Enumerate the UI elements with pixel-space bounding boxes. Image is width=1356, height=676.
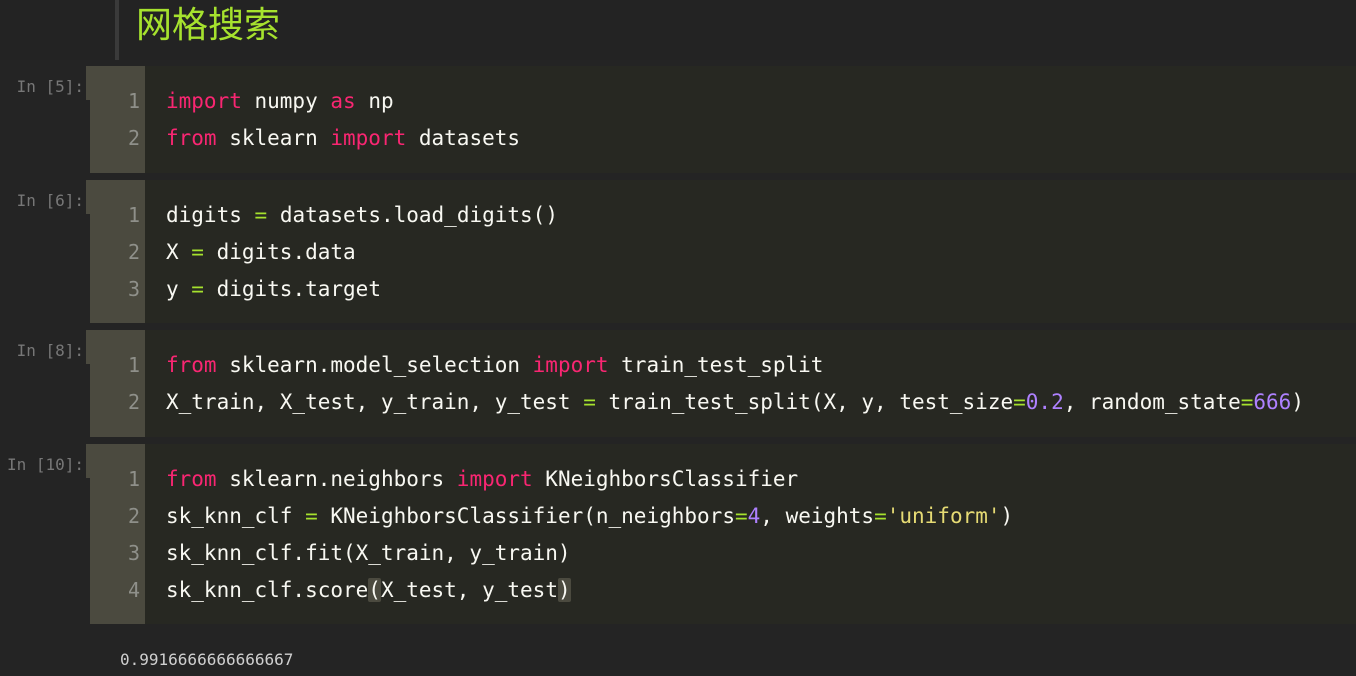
line-number: 4 xyxy=(127,578,140,602)
code-token: train_test_split(X, y, test_size xyxy=(595,390,1014,414)
code-token: from xyxy=(166,126,217,150)
code-token: = xyxy=(305,504,318,528)
code-line[interactable]: X = digits.data xyxy=(166,234,356,271)
code-token: KNeighborsClassifier xyxy=(532,467,799,491)
matching-bracket: ( xyxy=(368,578,381,602)
line-number: 2 xyxy=(127,240,140,264)
code-line[interactable]: digits = datasets.load_digits() xyxy=(166,197,558,234)
code-token: np xyxy=(355,89,394,113)
code-token: ) xyxy=(1291,390,1304,414)
line-number: 2 xyxy=(127,504,140,528)
code-token: numpy xyxy=(241,89,331,113)
line-number: 1 xyxy=(127,467,140,491)
code-token: sk_knn_clf.fit(X_train, y_train) xyxy=(166,541,571,565)
code-token: 4 xyxy=(747,504,761,528)
code-token: 'uniform' xyxy=(886,504,1001,528)
code-line[interactable]: sk_knn_clf.fit(X_train, y_train) xyxy=(166,535,571,572)
code-token: sklearn.model_selection xyxy=(216,353,533,377)
code-token: digits xyxy=(166,203,255,227)
code-line[interactable]: y = digits.target xyxy=(166,271,381,308)
code-cell[interactable]: In [10]: 1 from sklearn.neighbors import K… xyxy=(0,444,1356,624)
code-line[interactable]: sk_knn_clf = KNeighborsClassifier(n_neig… xyxy=(166,498,1013,535)
code-token: X_train, X_test, y_train, y_test xyxy=(166,390,584,414)
input-prompt: In [8]: xyxy=(16,341,84,360)
input-prompt: In [6]: xyxy=(16,191,84,210)
code-token: import xyxy=(330,126,407,150)
code-token: X xyxy=(166,240,192,264)
code-token: as xyxy=(330,89,356,113)
code-token: 0.2 xyxy=(1025,390,1064,414)
code-cell[interactable]: In [6]: 1 digits = datasets.load_digits() 2… xyxy=(0,180,1356,323)
line-number: 1 xyxy=(127,203,140,227)
code-token: from xyxy=(166,467,217,491)
code-token: datasets.load_digits() xyxy=(267,203,558,227)
code-token: = xyxy=(1240,390,1254,414)
code-line[interactable]: from sklearn.neighbors import KNeighbors… xyxy=(166,461,798,498)
cell-output: 0.9916666666666667 xyxy=(120,650,294,669)
code-token: import xyxy=(166,89,242,113)
code-token: X_test, y_test xyxy=(380,578,558,602)
code-token: , random_state xyxy=(1063,390,1241,414)
line-number: 1 xyxy=(127,353,140,377)
cell-selection-rule xyxy=(115,0,119,60)
section-heading: 网格搜索 xyxy=(136,5,281,46)
code-line[interactable]: from sklearn import datasets xyxy=(166,120,520,157)
code-token: , weights xyxy=(760,504,875,528)
code-token: import xyxy=(456,467,533,491)
code-token: = xyxy=(254,203,268,227)
line-number: 3 xyxy=(127,541,140,565)
code-token: digits.data xyxy=(203,240,356,264)
input-prompt: In [10]: xyxy=(6,455,84,474)
code-token: sk_knn_clf.score xyxy=(166,578,369,602)
code-cell[interactable]: In [8]: 1 from sklearn.model_selection imp… xyxy=(0,330,1356,437)
code-token: datasets xyxy=(406,126,521,150)
input-prompt: In [5]: xyxy=(16,77,84,96)
line-number: 3 xyxy=(127,277,140,301)
line-number: 1 xyxy=(127,89,140,113)
code-line[interactable]: import numpy as np xyxy=(166,83,394,120)
code-token: from xyxy=(166,353,217,377)
code-token: = xyxy=(191,240,204,264)
code-token: sklearn.neighbors xyxy=(216,467,457,491)
code-token: = xyxy=(191,277,204,301)
code-token: digits.target xyxy=(203,277,381,301)
code-token: train_test_split xyxy=(608,353,824,377)
code-token: = xyxy=(1013,390,1026,414)
code-line[interactable]: X_train, X_test, y_train, y_test = train… xyxy=(166,384,1304,421)
code-line[interactable]: sk_knn_clf.score(X_test, y_test) xyxy=(166,572,571,609)
code-token: y xyxy=(166,277,192,301)
code-token: sklearn xyxy=(216,126,331,150)
code-token: 666 xyxy=(1253,390,1292,414)
code-token: = xyxy=(583,390,596,414)
line-number: 2 xyxy=(127,126,140,150)
code-token: = xyxy=(734,504,748,528)
markdown-cell[interactable]: 网格搜索 xyxy=(0,0,1356,60)
matching-bracket: ) xyxy=(557,578,571,602)
code-token: KNeighborsClassifier(n_neighbors xyxy=(317,504,735,528)
code-line[interactable]: from sklearn.model_selection import trai… xyxy=(166,347,823,384)
code-token: import xyxy=(532,353,609,377)
line-number: 2 xyxy=(127,390,140,414)
code-token: = xyxy=(874,504,887,528)
code-token: sk_knn_clf xyxy=(166,504,306,528)
code-token: ) xyxy=(1000,504,1014,528)
code-cell[interactable]: In [5]: 1 import numpy as np 2 from sklearn … xyxy=(0,66,1356,173)
